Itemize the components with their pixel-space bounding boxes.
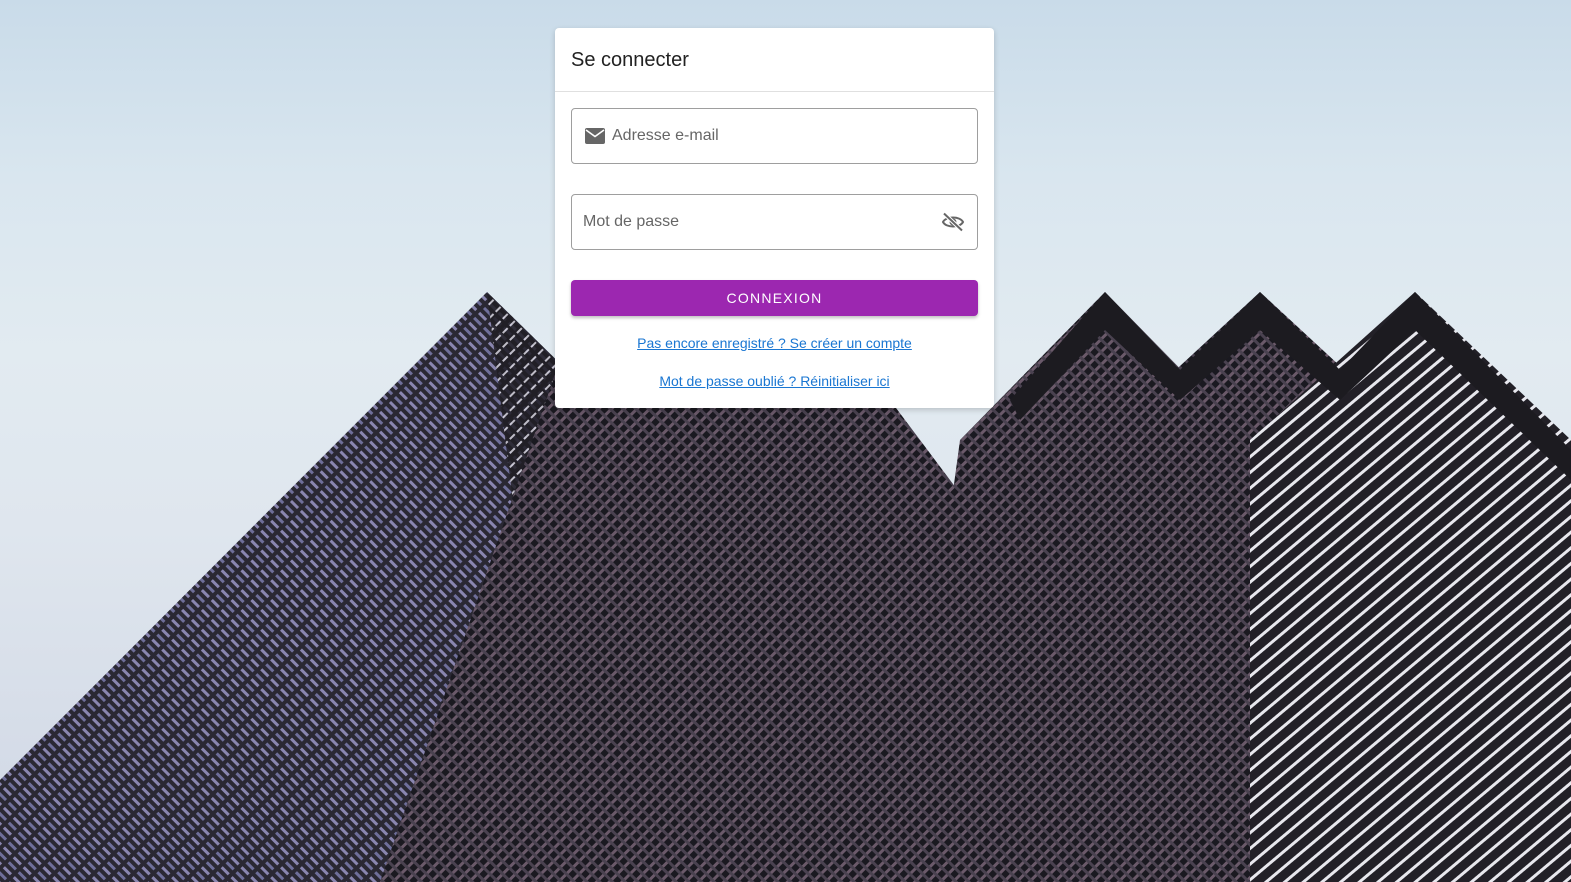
eye-off-icon[interactable] [939, 208, 967, 236]
login-title: Se connecter [571, 49, 689, 71]
email-field[interactable] [571, 108, 978, 164]
login-form: CONNEXION Pas encore enregistré ? Se cré… [555, 92, 994, 410]
password-field[interactable] [571, 194, 978, 250]
reset-password-link[interactable]: Mot de passe oublié ? Réinitialiser ici [659, 372, 889, 390]
mail-icon [584, 127, 606, 145]
email-input[interactable] [612, 109, 977, 163]
auth-links: Pas encore enregistré ? Se créer un comp… [571, 334, 978, 410]
login-page: Se connecter Adresse e-mail CONNEXION Pa… [0, 0, 1571, 882]
password-input[interactable] [572, 195, 939, 249]
card-header: Se connecter [555, 28, 994, 92]
register-link[interactable]: Pas encore enregistré ? Se créer un comp… [637, 334, 912, 352]
login-card: Se connecter Adresse e-mail CONNEXION Pa… [555, 28, 994, 408]
login-submit-button[interactable]: CONNEXION [571, 280, 978, 316]
